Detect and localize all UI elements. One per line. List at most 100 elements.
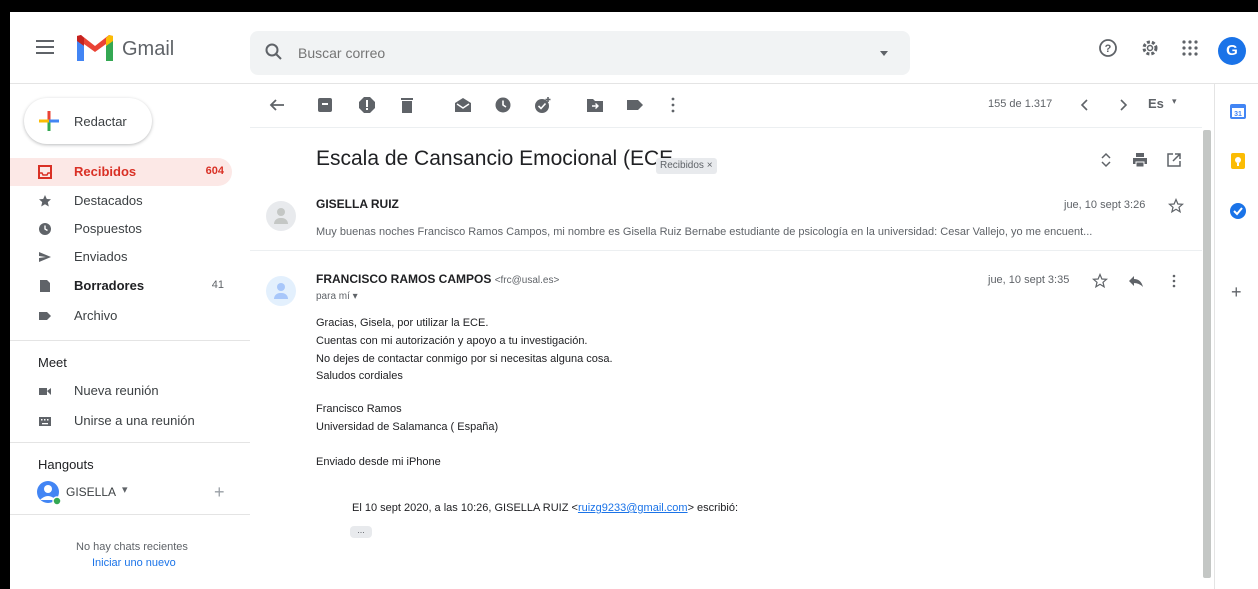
- sidebar-divider: [10, 442, 250, 443]
- app-name: Gmail: [122, 38, 175, 60]
- side-panel-divider: [1214, 84, 1215, 589]
- meet-new-meeting[interactable]: Nueva reunión: [10, 377, 232, 405]
- quote-prefix: El 10 sept 2020, a las 10:26, GISELLA RU…: [352, 502, 578, 514]
- hangouts-username: GISELLA: [66, 485, 117, 499]
- chevron-down-icon[interactable]: ▾: [1172, 96, 1177, 107]
- sidebar-item-label: Archivo: [74, 308, 118, 323]
- gmail-logo-icon[interactable]: [74, 33, 116, 63]
- calendar-icon[interactable]: 31: [1229, 102, 1247, 120]
- search-options-icon[interactable]: [880, 51, 888, 56]
- sidebar-item-snoozed[interactable]: Pospuestos: [10, 215, 232, 243]
- sidebar-item-drafts[interactable]: Borradores 41: [10, 272, 232, 300]
- sender-avatar: [266, 201, 296, 231]
- newer-chevron-right-icon[interactable]: [1116, 98, 1130, 112]
- compose-button[interactable]: Redactar: [24, 98, 152, 144]
- quote-email-link[interactable]: ruizg9233@gmail.com: [578, 502, 688, 514]
- more-vert-icon[interactable]: [664, 96, 682, 114]
- tasks-icon[interactable]: [1229, 202, 1247, 220]
- inbox-label-chip[interactable]: Recibidos ×: [656, 158, 717, 174]
- keep-icon[interactable]: [1229, 152, 1247, 170]
- hangouts-section-title: Hangouts: [38, 457, 94, 472]
- help-icon[interactable]: ?: [1098, 38, 1118, 58]
- mark-unread-icon[interactable]: [454, 96, 472, 114]
- open-new-window-icon[interactable]: [1166, 152, 1182, 168]
- show-trimmed-content-button[interactable]: ...: [350, 526, 372, 538]
- add-chat-icon[interactable]: +: [214, 482, 225, 503]
- recipients-toggle[interactable]: para mí ▾: [316, 291, 358, 302]
- meet-section-title: Meet: [38, 355, 67, 370]
- quote-suffix: > escribió:: [687, 502, 739, 514]
- search-bar[interactable]: [250, 31, 910, 75]
- svg-text:31: 31: [1234, 111, 1242, 118]
- account-avatar[interactable]: G: [1218, 37, 1246, 65]
- video-icon: [39, 388, 51, 395]
- star-outline-icon[interactable]: [1168, 198, 1184, 214]
- meet-item-label: Unirse a una reunión: [74, 413, 195, 428]
- sidebar-item-label: Recibidos: [74, 164, 137, 179]
- unread-count: 604: [205, 165, 224, 177]
- print-icon[interactable]: [1132, 152, 1148, 168]
- body-line: Universidad de Salamanca ( España): [316, 421, 499, 433]
- toolbar-divider: [250, 127, 1202, 128]
- search-icon[interactable]: [264, 42, 284, 62]
- add-task-icon[interactable]: [534, 96, 552, 114]
- more-vert-icon[interactable]: [1166, 273, 1182, 289]
- message-count: 155 de 1.317: [988, 98, 1053, 110]
- scrollbar[interactable]: [1203, 130, 1211, 578]
- search-input[interactable]: [298, 43, 858, 63]
- archive-icon[interactable]: [316, 96, 334, 114]
- message-sender[interactable]: GISELLA RUIZ: [316, 197, 399, 211]
- body-line: Enviado desde mi iPhone: [316, 456, 441, 468]
- sidebar-divider: [10, 514, 250, 515]
- keyboard-icon: [39, 417, 51, 426]
- reply-icon[interactable]: [1128, 273, 1144, 289]
- meet-item-label: Nueva reunión: [74, 383, 159, 398]
- chevron-down-icon[interactable]: ▾: [122, 483, 128, 496]
- sender-email: <frc@usal.es>: [494, 275, 560, 286]
- sender-avatar: [266, 276, 296, 306]
- meet-join-meeting[interactable]: Unirse a una reunión: [10, 407, 232, 435]
- back-arrow-icon[interactable]: [268, 96, 286, 114]
- star-outline-icon[interactable]: [1092, 273, 1108, 289]
- sidebar-item-label: Pospuestos: [74, 221, 142, 236]
- top-bar: Gmail ? G: [10, 12, 1258, 84]
- sidebar-divider: [10, 340, 250, 341]
- report-spam-icon[interactable]: [358, 96, 376, 114]
- inbox-icon: [38, 165, 52, 179]
- thread-subject: Escala de Cansancio Emocional (ECE: [316, 147, 674, 170]
- main-menu-button[interactable]: [32, 36, 58, 62]
- move-to-folder-icon[interactable]: [586, 96, 604, 114]
- message-snippet[interactable]: Muy buenas noches Francisco Ramos Campos…: [316, 226, 1196, 238]
- start-chat-link[interactable]: Iniciar uno nuevo: [92, 557, 176, 569]
- no-chats-text: No hay chats recientes: [76, 541, 188, 553]
- sidebar-item-archive[interactable]: Archivo: [10, 302, 232, 330]
- body-line: Saludos cordiales: [316, 370, 403, 382]
- body-line: Cuentas con mi autorización y apoyo a tu…: [316, 335, 588, 347]
- send-icon: [39, 252, 51, 262]
- message-sender-line[interactable]: FRANCISCO RAMOS CAMPOS <frc@usal.es>: [316, 272, 559, 286]
- apps-grid-icon[interactable]: [1180, 38, 1200, 58]
- user-avatar-icon: [37, 481, 62, 506]
- sidebar-item-label: Enviados: [74, 249, 128, 264]
- delete-icon[interactable]: [398, 96, 416, 114]
- expand-all-icon[interactable]: [1098, 152, 1114, 168]
- message-date: jue, 10 sept 3:26: [1064, 199, 1146, 211]
- sidebar-item-inbox[interactable]: Recibidos 604: [10, 158, 232, 186]
- add-addon-icon[interactable]: +: [1231, 282, 1242, 303]
- sidebar-item-sent[interactable]: Enviados: [10, 243, 232, 271]
- hangouts-user[interactable]: GISELLA ▾: [36, 480, 236, 508]
- older-chevron-left-icon[interactable]: [1078, 98, 1092, 112]
- compose-plus-icon: [39, 111, 59, 131]
- settings-gear-icon[interactable]: [1140, 38, 1160, 58]
- label-tag-icon[interactable]: [626, 96, 644, 114]
- svg-text:?: ?: [1105, 43, 1112, 55]
- body-line: Francisco Ramos: [316, 403, 402, 415]
- recipient-label: para mí: [316, 291, 350, 302]
- input-language-selector[interactable]: Es: [1148, 96, 1164, 111]
- draft-icon: [40, 280, 50, 292]
- quote-header: El 10 sept 2020, a las 10:26, GISELLA RU…: [352, 502, 738, 514]
- sidebar-item-label: Borradores: [74, 278, 145, 293]
- sidebar-item-starred[interactable]: Destacados: [10, 187, 232, 215]
- snooze-clock-icon[interactable]: [494, 96, 512, 114]
- body-line: Gracias, Gisela, por utilizar la ECE.: [316, 317, 489, 329]
